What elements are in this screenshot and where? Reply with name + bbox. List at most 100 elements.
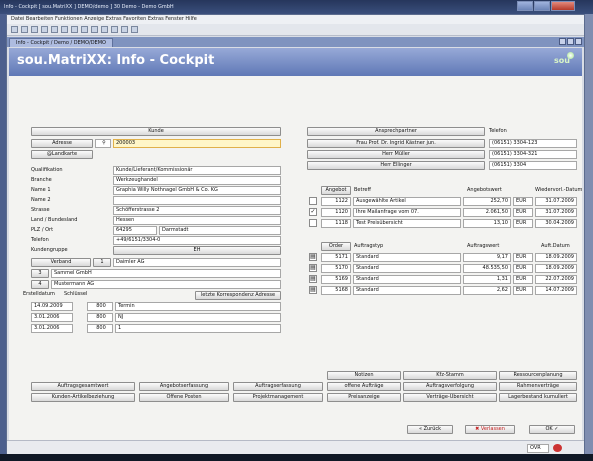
note-date-1[interactable]: 14.09.2009: [31, 302, 73, 311]
order-typ-2[interactable]: Standard: [353, 264, 461, 273]
offer-datum-1[interactable]: 31.07.2009: [535, 197, 577, 206]
offer-checkbox-1[interactable]: [309, 197, 317, 205]
kfz-stamm-button[interactable]: Kfz-Stamm: [403, 371, 497, 380]
plz-field[interactable]: 64295: [113, 226, 157, 235]
offer-datum-3[interactable]: 30.04.2009: [535, 219, 577, 228]
note-date-3[interactable]: 3.01.2006: [31, 324, 73, 333]
doc-minimize-button[interactable]: [559, 38, 566, 45]
verband-name-field[interactable]: Daimler AG: [113, 258, 281, 267]
related-name-1[interactable]: Sammel GmbH: [51, 269, 281, 278]
order-wert-4[interactable]: 2,62: [463, 286, 511, 295]
contact-phone-1[interactable]: (06151) 3304-123: [489, 139, 577, 148]
kunde-header-button[interactable]: Kunde: [31, 127, 281, 136]
order-cur-2[interactable]: EUR: [513, 264, 533, 273]
search-icon[interactable]: [101, 26, 108, 33]
name1-field[interactable]: Graphia Willy Nothnagel GmbH & Co. KG: [113, 186, 281, 195]
name2-field[interactable]: [113, 196, 281, 205]
order-open-icon-2[interactable]: ▤: [309, 264, 317, 272]
order-cur-3[interactable]: EUR: [513, 275, 533, 284]
order-open-icon-3[interactable]: ▤: [309, 275, 317, 283]
doc-maximize-button[interactable]: [567, 38, 574, 45]
print-icon[interactable]: [41, 26, 48, 33]
angebot-button[interactable]: Angebot: [321, 186, 351, 195]
land-field[interactable]: Hessen: [113, 216, 281, 225]
order-datum-3[interactable]: 22.07.2009: [535, 275, 577, 284]
contact-phone-3[interactable]: (06151) 3304: [489, 161, 577, 170]
related-name-2[interactable]: Mustermann AG: [51, 280, 281, 289]
redo-icon[interactable]: [91, 26, 98, 33]
notizen-button[interactable]: Notizen: [327, 371, 401, 380]
auftragsverfolgung-button[interactable]: Auftragsverfolgung: [403, 382, 497, 391]
nav-forward-icon[interactable]: [121, 26, 128, 33]
order-wert-1[interactable]: 9,17: [463, 253, 511, 262]
cut-icon[interactable]: [51, 26, 58, 33]
note-key-2[interactable]: 800: [87, 313, 113, 322]
help-icon[interactable]: [131, 26, 138, 33]
offer-betreff-1[interactable]: Ausgewählte Artikel: [353, 197, 461, 206]
order-cur-1[interactable]: EUR: [513, 253, 533, 262]
vertraege-uebersicht-button[interactable]: Verträge-Übersicht: [403, 393, 497, 402]
order-open-icon-4[interactable]: ▤: [309, 286, 317, 294]
order-datum-2[interactable]: 18.09.2009: [535, 264, 577, 273]
minimize-button[interactable]: [517, 1, 533, 11]
offer-cur-1[interactable]: EUR: [513, 197, 533, 206]
order-nr-4[interactable]: 5168: [321, 286, 351, 295]
address-lookup-icon[interactable]: ⚲: [95, 139, 111, 148]
open-icon[interactable]: [21, 26, 28, 33]
lagerbestand-button[interactable]: Lagerbestand kumuliert: [499, 393, 577, 402]
offer-cur-3[interactable]: EUR: [513, 219, 533, 228]
note-key-1[interactable]: 800: [87, 302, 113, 311]
ort-field[interactable]: Darmstadt: [159, 226, 281, 235]
nav-back-icon[interactable]: [111, 26, 118, 33]
note-date-2[interactable]: 3.01.2006: [31, 313, 73, 322]
strasse-field[interactable]: Schöfferstrasse 2: [113, 206, 281, 215]
contact-button-1[interactable]: Frau Prof. Dr. Ingrid Kästner jun.: [307, 139, 485, 148]
close-button[interactable]: [551, 1, 575, 11]
maximize-button[interactable]: [534, 1, 550, 11]
offer-nr-2[interactable]: 1120: [321, 208, 351, 217]
preisanzeige-button[interactable]: Preisanzeige: [327, 393, 401, 402]
offene-posten-button[interactable]: Offene Posten: [139, 393, 229, 402]
ok-button[interactable]: OK ✓: [529, 425, 575, 434]
leave-button[interactable]: ✖ Verlassen: [465, 425, 515, 434]
offer-nr-1[interactable]: 1122: [321, 197, 351, 206]
contact-phone-2[interactable]: (06151) 3304-321: [489, 150, 577, 159]
telefon-field[interactable]: +49/6151/3304-0: [113, 236, 281, 245]
tab-info-cockpit[interactable]: Info - Cockpit / Demo / DEMO/DEMO: [9, 38, 113, 47]
ressourcenplanung-button[interactable]: Ressourcenplanung: [499, 371, 577, 380]
order-wert-3[interactable]: 1,31: [463, 275, 511, 284]
rahmenvertraege-button[interactable]: Rahmenverträge: [499, 382, 577, 391]
ansprechpartner-header-button[interactable]: Ansprechpartner: [307, 127, 485, 136]
new-icon[interactable]: [11, 26, 18, 33]
adresse-button[interactable]: Adresse: [31, 139, 93, 148]
branche-field[interactable]: Werkzeughandel: [113, 176, 281, 185]
save-icon[interactable]: [31, 26, 38, 33]
back-button[interactable]: « Zurück: [407, 425, 453, 434]
copy-icon[interactable]: [61, 26, 68, 33]
offer-betreff-3[interactable]: Test Preisübersicht: [353, 219, 461, 228]
offer-checkbox-2[interactable]: ✓: [309, 208, 317, 216]
order-cur-4[interactable]: EUR: [513, 286, 533, 295]
contact-button-2[interactable]: Herr Müller: [307, 150, 485, 159]
auftragserfassung-button[interactable]: Auftragserfassung: [233, 382, 323, 391]
offer-cur-2[interactable]: EUR: [513, 208, 533, 217]
offer-betreff-2[interactable]: Ihre Mailanfrage vom 07.: [353, 208, 461, 217]
offer-wert-1[interactable]: 252,70: [463, 197, 511, 206]
note-text-1[interactable]: Termin: [115, 302, 281, 311]
offer-checkbox-3[interactable]: [309, 219, 317, 227]
note-key-3[interactable]: 800: [87, 324, 113, 333]
undo-icon[interactable]: [81, 26, 88, 33]
order-open-icon-1[interactable]: ▤: [309, 253, 317, 261]
paste-icon[interactable]: [71, 26, 78, 33]
order-typ-1[interactable]: Standard: [353, 253, 461, 262]
order-nr-2[interactable]: 5170: [321, 264, 351, 273]
order-nr-1[interactable]: 5171: [321, 253, 351, 262]
contact-button-3[interactable]: Herr Ellinger: [307, 161, 485, 170]
order-datum-4[interactable]: 14.07.2009: [535, 286, 577, 295]
offer-wert-2[interactable]: 2.061,50: [463, 208, 511, 217]
order-button[interactable]: Order: [321, 242, 351, 251]
kundengruppe-button[interactable]: EH: [113, 246, 281, 255]
note-text-3[interactable]: 1: [115, 324, 281, 333]
angebotserfassung-button[interactable]: Angebotserfassung: [139, 382, 229, 391]
offene-auftraege-button[interactable]: offene Aufträge: [327, 382, 401, 391]
